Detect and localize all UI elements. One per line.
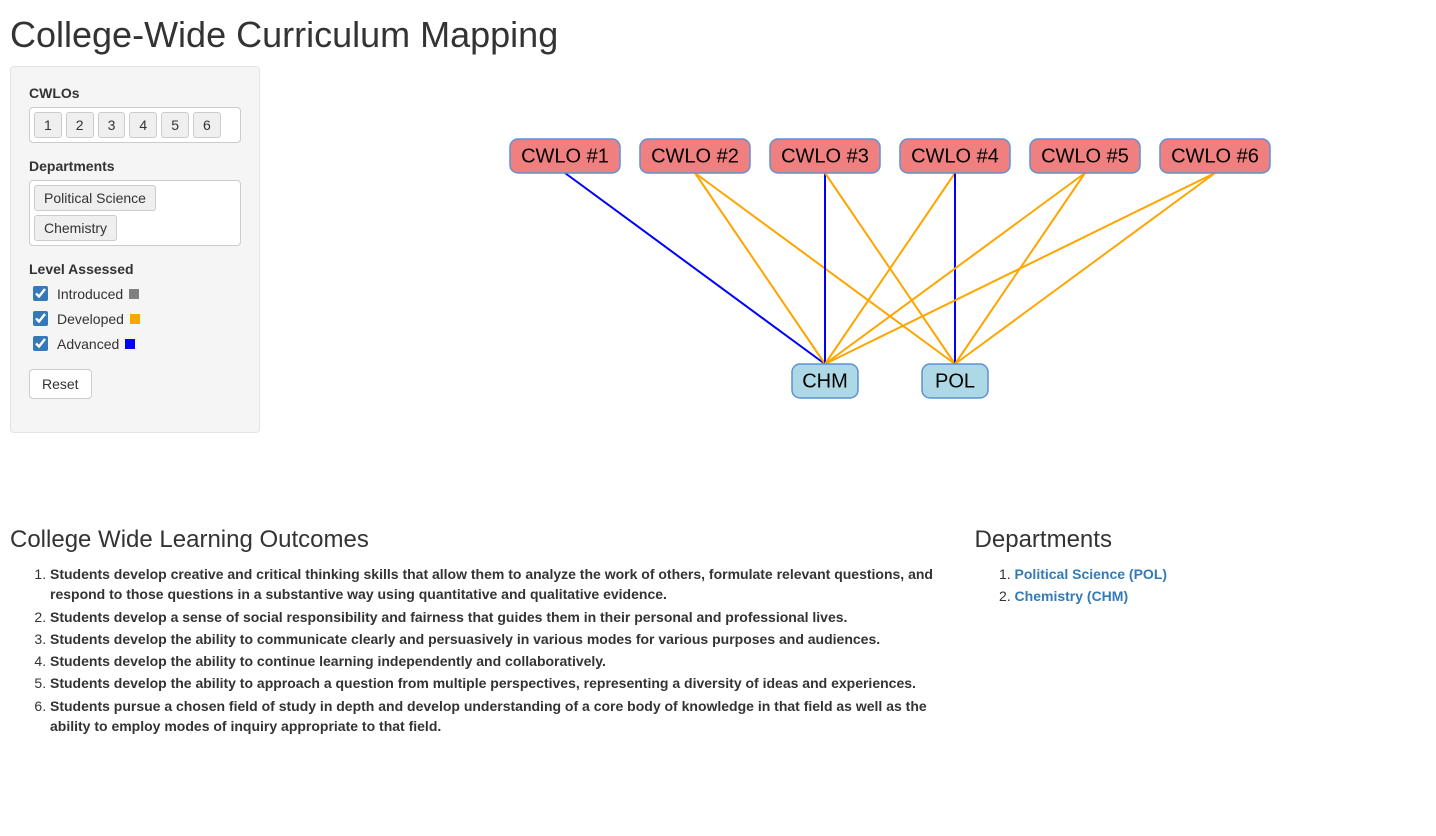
level-row-developed: Developed (29, 308, 241, 329)
cwlo-toggle-5[interactable]: 5 (161, 112, 189, 138)
svg-text:CWLO #1: CWLO #1 (521, 145, 609, 167)
graph-node-cwlo6[interactable]: CWLO #6 (1160, 139, 1270, 173)
level-row-introduced: Introduced (29, 283, 241, 304)
departments-heading: Departments (975, 526, 1400, 554)
dept-toggle-political-science[interactable]: Political Science (34, 185, 156, 211)
svg-text:CHM: CHM (802, 370, 848, 392)
level-swatch-developed (130, 314, 140, 324)
outcome-item: Students develop a sense of social respo… (50, 607, 945, 627)
graph-node-chm[interactable]: CHM (792, 364, 858, 398)
cwlo-toggle-1[interactable]: 1 (34, 112, 62, 138)
level-checkbox-introduced[interactable] (33, 286, 48, 301)
svg-text:CWLO #6: CWLO #6 (1171, 145, 1259, 167)
graph-node-cwlo3[interactable]: CWLO #3 (770, 139, 880, 173)
cwlo-toggle-3[interactable]: 3 (98, 112, 126, 138)
level-label-developed: Developed (57, 311, 124, 327)
department-item: Chemistry (CHM) (1015, 586, 1400, 606)
department-item: Political Science (POL) (1015, 564, 1400, 584)
level-row-advanced: Advanced (29, 333, 241, 354)
cwlo-toggle-2[interactable]: 2 (66, 112, 94, 138)
outcome-item: Students develop the ability to approach… (50, 673, 945, 693)
departments-list: Political Science (POL) Chemistry (CHM) (975, 564, 1400, 607)
outcomes-list: Students develop creative and critical t… (10, 564, 945, 736)
svg-text:CWLO #2: CWLO #2 (651, 145, 739, 167)
cwlo-toggle-6[interactable]: 6 (193, 112, 221, 138)
graph-edge (955, 173, 1215, 364)
sidebar: CWLOs 123456 Departments Political Scien… (10, 66, 260, 433)
outcome-item: Students develop the ability to continue… (50, 651, 945, 671)
svg-text:CWLO #5: CWLO #5 (1041, 145, 1129, 167)
cwlo-toggle-4[interactable]: 4 (129, 112, 157, 138)
page-title: College-Wide Curriculum Mapping (10, 14, 1426, 56)
outcome-item: Students develop creative and critical t… (50, 564, 945, 605)
svg-text:POL: POL (935, 370, 975, 392)
graph-edge (825, 173, 1215, 364)
level-label: Level Assessed (29, 261, 241, 277)
network-graph[interactable]: CWLO #1 CWLO #2 CWLO #3 CWLO #4 CWLO #5 CWLO … (280, 66, 1380, 486)
cwlo-button-group: 123456 (29, 107, 241, 143)
graph-edge (695, 173, 825, 364)
dept-toggle-chemistry[interactable]: Chemistry (34, 215, 117, 241)
level-swatch-introduced (129, 289, 139, 299)
svg-text:CWLO #3: CWLO #3 (781, 145, 869, 167)
level-label-advanced: Advanced (57, 336, 119, 352)
outcome-item: Students pursue a chosen field of study … (50, 696, 945, 737)
graph-node-cwlo2[interactable]: CWLO #2 (640, 139, 750, 173)
level-checkbox-developed[interactable] (33, 311, 48, 326)
graph-node-cwlo4[interactable]: CWLO #4 (900, 139, 1010, 173)
level-label-introduced: Introduced (57, 286, 123, 302)
graph-node-cwlo5[interactable]: CWLO #5 (1030, 139, 1140, 173)
department-link[interactable]: Political Science (POL) (1015, 566, 1168, 582)
departments-label: Departments (29, 158, 241, 174)
department-link[interactable]: Chemistry (CHM) (1015, 588, 1129, 604)
reset-button[interactable]: Reset (29, 369, 92, 399)
outcomes-heading: College Wide Learning Outcomes (10, 526, 945, 554)
svg-text:CWLO #4: CWLO #4 (911, 145, 999, 167)
cwlos-label: CWLOs (29, 85, 241, 101)
level-checkboxes: Introduced Developed Advanced (29, 283, 241, 354)
graph-node-cwlo1[interactable]: CWLO #1 (510, 139, 620, 173)
departments-button-group: Political Science Chemistry (29, 180, 241, 246)
graph-area: CWLO #1 CWLO #2 CWLO #3 CWLO #4 CWLO #5 CWLO … (280, 66, 1426, 486)
level-swatch-advanced (125, 339, 135, 349)
graph-node-pol[interactable]: POL (922, 364, 988, 398)
level-checkbox-advanced[interactable] (33, 336, 48, 351)
outcome-item: Students develop the ability to communic… (50, 629, 945, 649)
graph-edge (565, 173, 825, 364)
